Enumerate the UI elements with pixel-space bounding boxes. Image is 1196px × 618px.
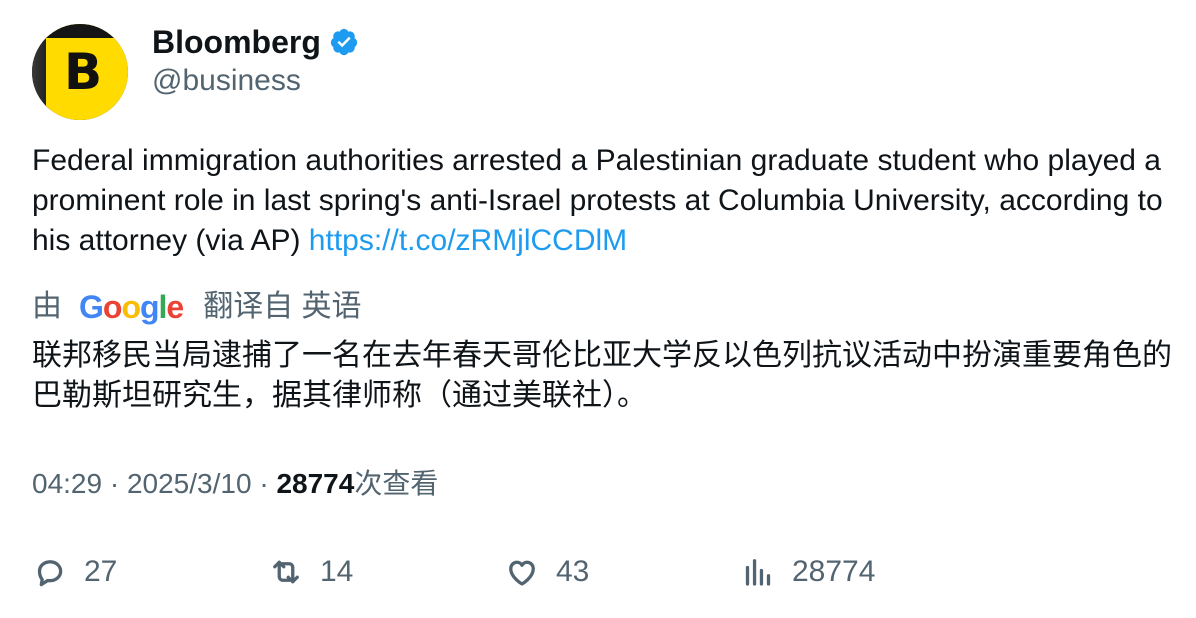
- like-button[interactable]: 43: [504, 550, 589, 594]
- retweet-icon: [273, 560, 299, 584]
- author-display-name[interactable]: Bloomberg: [152, 22, 321, 62]
- reply-count: 27: [84, 555, 118, 588]
- avatar-letter: B: [64, 43, 103, 101]
- google-logo: Google: [79, 289, 184, 325]
- meta-separator: ·: [251, 468, 277, 499]
- heart-icon: [509, 560, 535, 586]
- author-name-row: Bloomberg: [152, 22, 359, 62]
- translation-suffix: 翻译自 英语: [203, 290, 362, 323]
- analytics-icon: [745, 559, 771, 586]
- retweet-count: 14: [320, 555, 354, 588]
- views-label: 次查看: [354, 468, 439, 499]
- translation-attribution[interactable]: 由 Google 翻译自 英语: [32, 288, 362, 326]
- tweet-link[interactable]: https://t.co/zRMjlCCDlM: [309, 224, 627, 257]
- views-action-count: 28774: [792, 555, 876, 588]
- views-button[interactable]: 28774: [740, 550, 875, 594]
- author-handle[interactable]: @business: [152, 62, 301, 100]
- meta-separator: ·: [102, 468, 127, 499]
- tweet-meta: 04:29 · 2025/3/10 · 28774次查看: [32, 465, 438, 503]
- retweet-button[interactable]: 14: [268, 550, 353, 594]
- avatar-top-band: [46, 24, 128, 38]
- translated-text: 联邦移民当局逮捕了一名在去年春天哥伦比亚大学反以色列抗议活动中扮演重要角色的巴勒…: [32, 339, 1172, 412]
- reply-icon: [37, 560, 63, 587]
- tweet-date[interactable]: 2025/3/10: [127, 468, 252, 499]
- translation-prefix: 由: [32, 290, 62, 323]
- action-bar: 27 14 43 28774: [32, 550, 1172, 594]
- reply-button[interactable]: 27: [32, 550, 117, 594]
- avatar[interactable]: B: [32, 24, 128, 120]
- tweet-text: Federal immigration authorities arrested…: [32, 141, 1172, 261]
- views-count: 28774: [276, 468, 355, 499]
- tweet-time[interactable]: 04:29: [32, 468, 102, 499]
- like-count: 43: [556, 555, 590, 588]
- verified-badge-icon: [329, 27, 359, 57]
